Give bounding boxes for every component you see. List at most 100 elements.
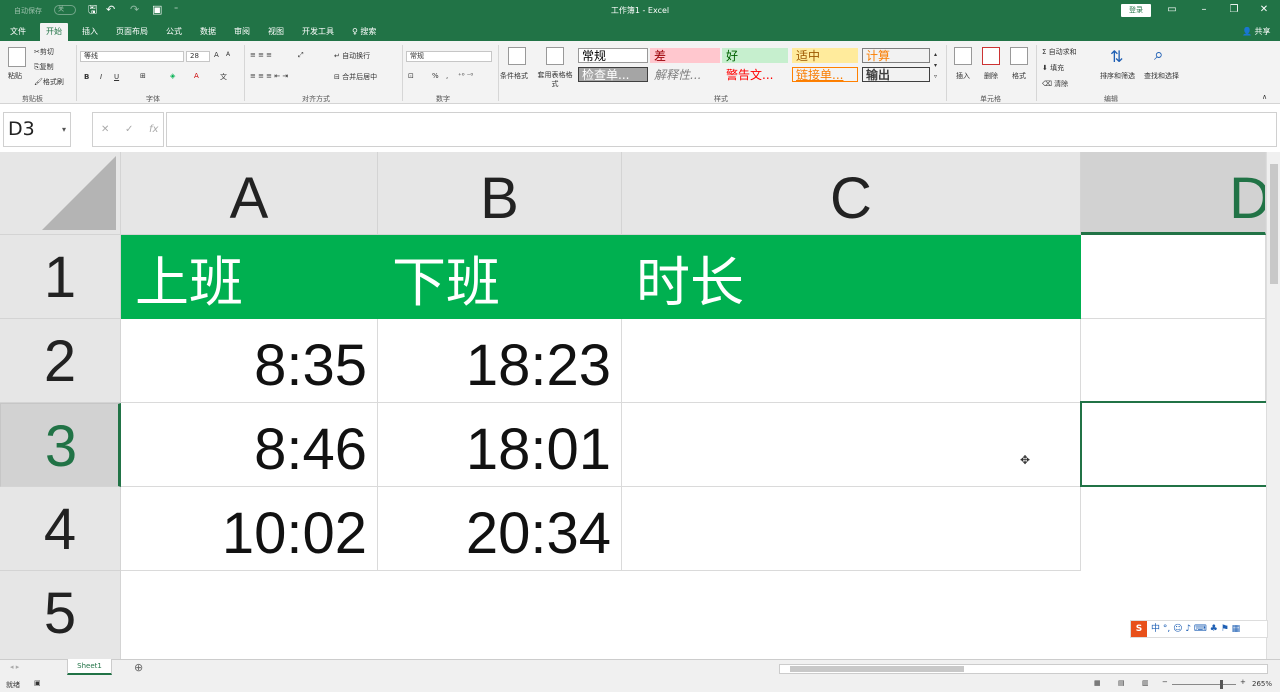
- column-header-d[interactable]: D: [1081, 152, 1266, 235]
- bold-button[interactable]: B: [84, 73, 89, 81]
- enter-icon[interactable]: ✓: [125, 124, 133, 135]
- tab-review[interactable]: 审阅: [234, 26, 250, 41]
- comma-button[interactable]: ,: [446, 72, 448, 80]
- format-cells-icon[interactable]: [1010, 47, 1028, 65]
- active-cell-d3[interactable]: [1080, 401, 1266, 487]
- horizontal-scroll-thumb[interactable]: [790, 666, 964, 672]
- login-button[interactable]: 登录: [1121, 4, 1151, 17]
- sheet-tab-sheet1[interactable]: Sheet1: [67, 659, 112, 675]
- left-align-icon[interactable]: ≡ ≡ ≡ ⇤ ⇥: [250, 72, 288, 80]
- page-break-view-icon[interactable]: ▥: [1142, 679, 1149, 687]
- paste-icon[interactable]: [8, 47, 26, 67]
- cell-b4[interactable]: 20:34: [378, 487, 622, 571]
- style-explanatory[interactable]: 解释性...: [650, 67, 720, 82]
- insert-cells-icon[interactable]: [954, 47, 972, 65]
- delete-cells-icon[interactable]: [982, 47, 1000, 65]
- fill-color-icon[interactable]: ◈: [170, 72, 175, 80]
- font-color-icon[interactable]: A: [194, 72, 199, 80]
- cell-a2[interactable]: 8:35: [121, 319, 378, 403]
- zoom-out-icon[interactable]: −: [1162, 678, 1168, 686]
- percent-button[interactable]: %: [432, 72, 439, 80]
- name-box[interactable]: D3 ▾: [3, 112, 71, 147]
- collapse-ribbon-icon[interactable]: ∧: [1262, 93, 1267, 101]
- number-format-select[interactable]: 常规: [406, 51, 492, 62]
- shrink-font-button[interactable]: A: [226, 51, 230, 58]
- cell-c2[interactable]: [622, 319, 1081, 403]
- merge-center-button[interactable]: ⊟ 合并后居中: [334, 72, 377, 82]
- style-linked-cell[interactable]: 链接单...: [792, 67, 858, 82]
- grow-font-button[interactable]: A: [214, 51, 219, 59]
- top-align-icon[interactable]: ≡ ≡ ≡: [250, 51, 272, 59]
- font-size-select[interactable]: 28: [186, 51, 210, 62]
- format-cells-button[interactable]: 格式: [1012, 71, 1026, 81]
- cell-c1[interactable]: 时长: [622, 235, 1081, 319]
- normal-view-icon[interactable]: ▦: [1094, 679, 1101, 687]
- style-good[interactable]: 好: [722, 48, 788, 63]
- style-output[interactable]: 输出: [862, 67, 930, 82]
- vertical-scroll-thumb[interactable]: [1270, 164, 1278, 284]
- minimize-icon[interactable]: –: [1194, 4, 1214, 16]
- cut-button[interactable]: ✂剪切: [34, 47, 54, 57]
- row-header-5[interactable]: 5: [0, 571, 121, 659]
- column-header-c[interactable]: C: [622, 152, 1081, 235]
- style-neutral[interactable]: 适中: [792, 48, 858, 63]
- share-button[interactable]: 👤 共享: [1242, 26, 1271, 37]
- zoom-slider[interactable]: [1172, 684, 1236, 685]
- insert-cells-button[interactable]: 插入: [956, 71, 970, 81]
- italic-button[interactable]: I: [100, 73, 102, 81]
- delete-cells-button[interactable]: 删除: [984, 71, 998, 81]
- format-painter-button[interactable]: 🖌格式刷: [34, 77, 64, 87]
- sheet-nav-icon[interactable]: ◂ ▸: [10, 663, 19, 671]
- find-select-icon[interactable]: ⌕: [1154, 45, 1164, 65]
- conditional-format-icon[interactable]: [508, 47, 526, 65]
- zoom-in-icon[interactable]: +: [1240, 678, 1246, 686]
- cell-b1[interactable]: 下班: [378, 235, 622, 319]
- style-check-cell[interactable]: 检查单...: [578, 67, 648, 82]
- restore-icon[interactable]: ❐: [1224, 4, 1244, 16]
- tab-developer[interactable]: 开发工具: [302, 26, 334, 41]
- currency-icon[interactable]: ⊡: [408, 72, 414, 80]
- cell-a1[interactable]: 上班: [121, 235, 378, 319]
- format-table-icon[interactable]: [546, 47, 564, 65]
- column-header-b[interactable]: B: [378, 152, 622, 235]
- cancel-icon[interactable]: ✕: [101, 124, 109, 135]
- format-table-button[interactable]: 套用表格格式: [537, 71, 573, 89]
- decimal-icon[interactable]: ⁺⁰ ⁻⁰: [458, 72, 473, 80]
- chevron-down-icon[interactable]: ▾: [62, 113, 66, 146]
- tab-formulas[interactable]: 公式: [166, 26, 182, 41]
- fill-button[interactable]: ⬇ 填充: [1042, 63, 1064, 73]
- tell-me-search[interactable]: ♀ 搜索: [352, 26, 376, 41]
- select-all-button[interactable]: [0, 152, 121, 235]
- tab-insert[interactable]: 插入: [82, 26, 98, 41]
- cell-a4[interactable]: 10:02: [121, 487, 378, 571]
- style-normal[interactable]: 常规: [578, 48, 648, 63]
- tab-home[interactable]: 开始: [40, 23, 68, 41]
- sort-filter-icon[interactable]: ⇅: [1110, 47, 1123, 66]
- style-calculation[interactable]: 计算: [862, 48, 930, 63]
- style-warning[interactable]: 警告文...: [722, 67, 788, 82]
- cell-a3[interactable]: 8:46: [121, 403, 378, 487]
- tab-view[interactable]: 视图: [268, 26, 284, 41]
- cell-b2[interactable]: 18:23: [378, 319, 622, 403]
- conditional-format-button[interactable]: 条件格式: [500, 71, 528, 81]
- paste-button[interactable]: 粘贴: [8, 71, 22, 81]
- style-bad[interactable]: 差: [650, 48, 720, 63]
- tab-file[interactable]: 文件: [10, 26, 26, 41]
- underline-button[interactable]: U: [114, 73, 119, 81]
- zoom-slider-thumb[interactable]: [1220, 680, 1223, 689]
- tab-data[interactable]: 数据: [200, 26, 216, 41]
- cell-c3[interactable]: [622, 403, 1081, 487]
- copy-button[interactable]: ⎘复制: [34, 62, 54, 72]
- insert-function-icon[interactable]: fx: [149, 124, 158, 135]
- sort-filter-button[interactable]: 排序和筛选: [1100, 71, 1135, 81]
- page-layout-view-icon[interactable]: ▤: [1118, 679, 1125, 687]
- cell-c4[interactable]: [622, 487, 1081, 571]
- cell-d1[interactable]: [1081, 235, 1266, 319]
- cell-d2[interactable]: [1081, 319, 1266, 403]
- wrap-text-button[interactable]: ↵ 自动换行: [334, 51, 370, 61]
- horizontal-scrollbar[interactable]: [779, 664, 1268, 674]
- find-select-button[interactable]: 查找和选择: [1144, 71, 1179, 81]
- border-icon[interactable]: ⊞: [140, 72, 146, 80]
- add-sheet-icon[interactable]: ⊕: [134, 661, 143, 674]
- tab-page-layout[interactable]: 页面布局: [116, 26, 148, 41]
